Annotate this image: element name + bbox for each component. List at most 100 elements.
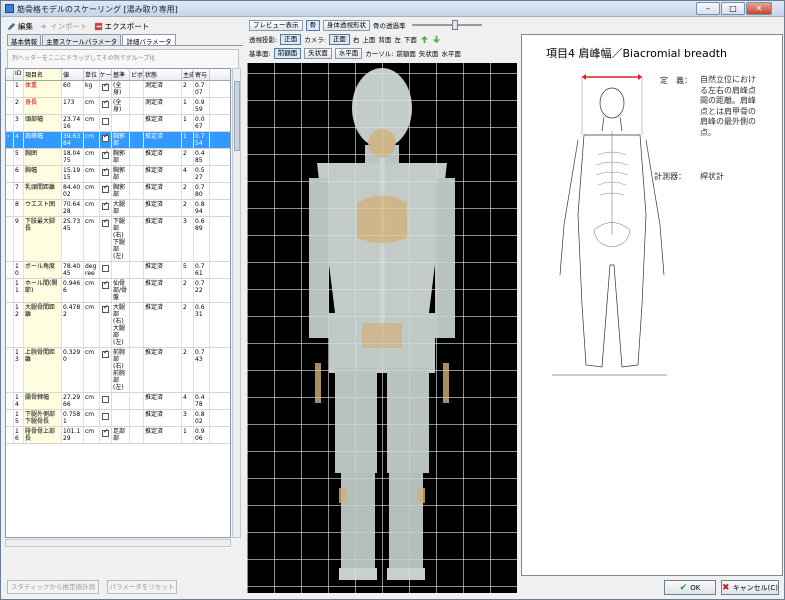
table-row[interactable]: 8ウエスト囲70.6428cm 大腿部推定済20.894: [6, 200, 230, 217]
base-plane-frontal[interactable]: 前額面: [273, 47, 302, 59]
export-button[interactable]: エクスポート: [94, 21, 149, 32]
import-button[interactable]: インポート: [39, 21, 88, 32]
body-shape-toggle[interactable]: 身体透視形状: [323, 19, 370, 31]
cell-scale[interactable]: [100, 393, 112, 409]
cell-value[interactable]: 60: [62, 81, 84, 97]
cell-value[interactable]: 15.1915: [62, 166, 84, 182]
cursor-plane-horizontal[interactable]: 水平面: [441, 48, 461, 58]
scale-checkbox[interactable]: [102, 218, 109, 227]
column-header-state[interactable]: 状態: [144, 69, 182, 80]
cell-scale[interactable]: [100, 200, 112, 216]
column-header-marker[interactable]: [6, 69, 14, 80]
scale-checkbox[interactable]: [102, 349, 109, 358]
transparency-slider[interactable]: [411, 20, 482, 30]
table-row[interactable]: 10 ボール角度 78.4045 degree 推定済 5 0.761: [6, 262, 230, 279]
transparency-slider-knob[interactable]: [452, 20, 459, 30]
cell-value[interactable]: 0.3290: [62, 348, 84, 392]
cell-value[interactable]: 0.9466: [62, 279, 84, 302]
table-row[interactable]: 11ホール間(関節)0.9466cm 仙骨部/骨盤推定済20.722: [6, 279, 230, 303]
column-header-pc[interactable]: 主成分: [182, 69, 194, 80]
table-row[interactable]: 16腓骨骨上部長101.129cm 足部部推定済10.906: [6, 427, 230, 444]
cell-value[interactable]: 0.7581: [62, 410, 84, 426]
cell-value[interactable]: 23.7416: [62, 115, 84, 131]
table-row[interactable]: 9下肢最大脚長25.7345cm 下腿部(右)下腿部(左) 推定済30.689: [6, 217, 230, 262]
column-header-contrib[interactable]: 寄与: [194, 69, 210, 80]
close-button[interactable]: ✕: [746, 2, 772, 15]
scale-checkbox[interactable]: [102, 118, 109, 125]
cell-value[interactable]: 39.6384: [62, 132, 84, 148]
column-header-base[interactable]: 基準: [112, 69, 130, 80]
column-header-value[interactable]: 値: [62, 69, 84, 80]
table-row[interactable]: 14 腸骨棘幅 27.2966 cm 推定済 4 0.478: [6, 393, 230, 410]
reset-parameters-button[interactable]: パラメータをリセット: [107, 580, 177, 594]
camera-left[interactable]: 左: [394, 34, 401, 44]
scale-checkbox[interactable]: [102, 150, 109, 159]
projection-button[interactable]: 正面: [280, 33, 302, 45]
cell-value[interactable]: 101.129: [62, 427, 84, 443]
table-row[interactable]: 5胸囲18.0475cm 胸郭部推定済20.485: [6, 149, 230, 166]
cell-scale[interactable]: [100, 348, 112, 392]
scroll-thumb[interactable]: [234, 81, 240, 151]
estimate-from-statistics-button[interactable]: スタティックから推定値計測: [7, 580, 99, 594]
cell-value[interactable]: 78.4045: [62, 262, 84, 278]
scale-checkbox[interactable]: [102, 280, 109, 289]
camera-front[interactable]: 正面: [328, 33, 350, 45]
scale-checkbox[interactable]: [102, 428, 109, 437]
table-row[interactable]: 1体重60kg (全身) 測定済20.707: [6, 81, 230, 98]
3d-viewport[interactable]: [247, 63, 517, 593]
cell-scale[interactable]: [100, 98, 112, 114]
table-row[interactable]: 3 頭部幅 23.7416 cm 推定済 1 0.067: [6, 115, 230, 132]
scale-checkbox[interactable]: [102, 82, 109, 91]
cell-scale[interactable]: [100, 115, 112, 131]
cell-value[interactable]: 25.7345: [62, 217, 84, 261]
cell-value[interactable]: 18.0475: [62, 149, 84, 165]
scale-checkbox[interactable]: [102, 413, 109, 420]
preview-button[interactable]: プレビュー表示: [249, 19, 303, 31]
column-header-unit[interactable]: 単位: [84, 69, 100, 80]
column-header-scale[interactable]: スケール: [100, 69, 112, 80]
cell-scale[interactable]: [100, 262, 112, 278]
cell-value[interactable]: 0.4782: [62, 303, 84, 347]
cancel-button[interactable]: ✖ キャンセル(C): [721, 580, 779, 595]
base-plane-horizontal[interactable]: 水平面: [334, 47, 363, 59]
table-row[interactable]: 12大腿骨間距離0.4782cm 大腿部(右)大腿部(左) 推定済20.631: [6, 303, 230, 348]
tab-basic-info[interactable]: 基本情報: [7, 34, 41, 46]
scale-checkbox[interactable]: [102, 265, 109, 272]
scale-checkbox[interactable]: [102, 184, 109, 193]
scale-checkbox[interactable]: [102, 133, 109, 142]
camera-back[interactable]: 背面: [378, 34, 391, 44]
cell-scale[interactable]: [100, 183, 112, 199]
column-header-id[interactable]: ID: [14, 69, 24, 80]
table-row[interactable]: 6胸幅15.1915cm 胸郭部推定済40.527: [6, 166, 230, 183]
camera-bottom[interactable]: 下面: [404, 34, 417, 44]
base-plane-sagittal[interactable]: 矢状面: [304, 47, 332, 59]
table-row[interactable]: 7乳頭間距離84.4002cm 胸郭部推定済20.780: [6, 183, 230, 200]
table-row[interactable]: ›4肩峰幅39.6384cm 胸郭部推定済10.754: [6, 132, 230, 149]
table-row[interactable]: 13上腕骨間距離0.3290cm 前腕部(右)前腕部(左) 推定済20.743: [6, 348, 230, 393]
cell-scale[interactable]: [100, 149, 112, 165]
tab-detail[interactable]: 詳細パラメータ: [122, 34, 176, 46]
cursor-plane-frontal[interactable]: 前額面: [396, 48, 416, 58]
minimize-button[interactable]: –: [696, 2, 720, 15]
camera-right[interactable]: 右: [353, 34, 360, 44]
rotate-right-icon[interactable]: [432, 35, 441, 44]
cell-value[interactable]: 27.2966: [62, 393, 84, 409]
rotate-left-icon[interactable]: [420, 35, 429, 44]
bone-toggle[interactable]: 骨: [305, 19, 320, 31]
cell-scale[interactable]: [100, 166, 112, 182]
tab-main-scale[interactable]: 主要スケールパラメータ: [42, 34, 122, 46]
cell-value[interactable]: 173: [62, 98, 84, 114]
table-row[interactable]: 15 下腿外側部下腿骨長 0.7581 cm 推定済 3 0.802: [6, 410, 230, 427]
scale-checkbox[interactable]: [102, 396, 109, 403]
column-header-item-name[interactable]: 項目名: [24, 69, 62, 80]
edit-button[interactable]: 編集: [7, 21, 33, 32]
ok-button[interactable]: ✔ OK: [664, 580, 716, 595]
cell-scale[interactable]: [100, 217, 112, 261]
cell-scale[interactable]: [100, 427, 112, 443]
grid-vertical-scrollbar[interactable]: [232, 68, 241, 538]
scale-checkbox[interactable]: [102, 99, 109, 108]
cell-value[interactable]: 84.4002: [62, 183, 84, 199]
maximize-button[interactable]: □: [721, 2, 745, 15]
cell-scale[interactable]: [100, 303, 112, 347]
column-header-pivot[interactable]: ピボ: [130, 69, 144, 80]
